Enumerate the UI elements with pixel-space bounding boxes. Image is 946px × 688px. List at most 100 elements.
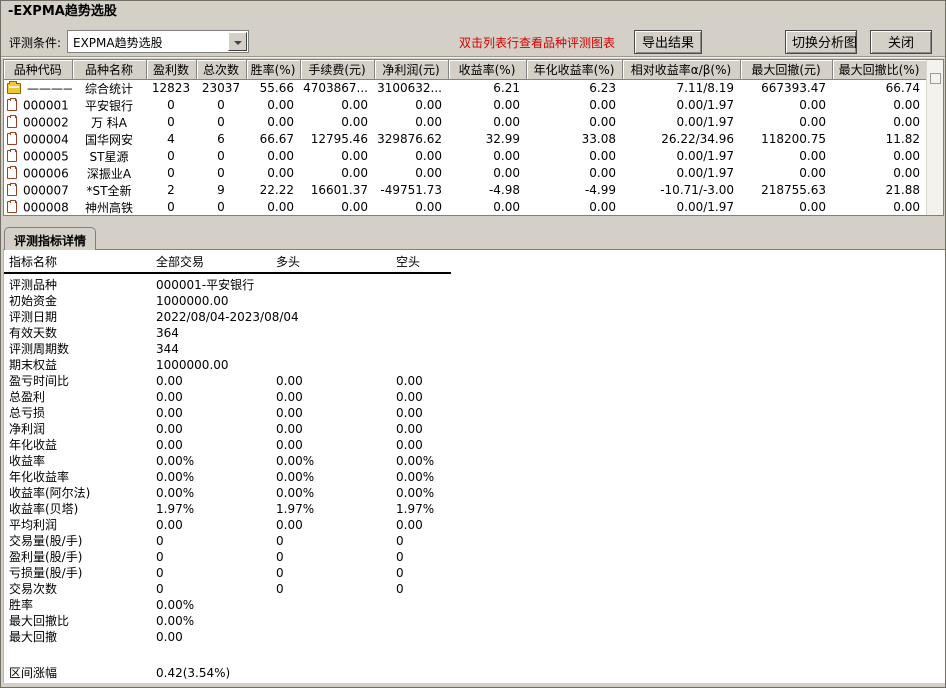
switch-analysis-chart-button[interactable]: 切换分析图 [785,30,857,54]
cell-value: 0.00 [589,200,616,214]
value-long: 0.00% [276,486,315,500]
value-all-trades: 0.00 [156,422,183,436]
value-all-trades: 0.00% [156,454,195,468]
value-short [396,665,536,681]
value-all-trades [156,645,276,665]
column-header[interactable]: 品种代码 [4,60,73,80]
column-header[interactable]: 收益率(%) [448,60,527,80]
table-row[interactable]: 000008 神州高铁 0 0 0.00 0.00 0.00 0.00 0.00 0.00/1.9… [4,199,926,216]
metric-label: 评测日期 [9,310,58,324]
cell-value: 0.00 [267,200,294,214]
value-long [276,613,396,629]
metric-label [9,645,156,665]
value-all-trades: 000001-平安银行 [156,278,255,292]
column-header[interactable]: 最大回撤比(%) [832,60,927,80]
chevron-down-icon[interactable] [228,32,247,51]
value-long: 0 [276,550,284,564]
value-all-trades: 0.00% [156,470,195,484]
cell-value: 22.22 [259,183,294,197]
stock-code-cell: 000006 [4,165,72,182]
cell-value: 26.22/34.96 [661,132,734,146]
export-results-button[interactable]: 导出结果 [634,30,702,54]
table-row[interactable]: ———— 综合统计 12823 23037 55.66 4703867... 3100632… [4,79,926,97]
detail-row: 净利润 0.00 0.00 0.00 [4,421,945,437]
value-all-trades: 0 [156,550,164,564]
metric-label: 盈亏时间比 [9,374,70,388]
detail-row: 初始资金 1000000.00 [4,293,945,309]
vertical-scrollbar[interactable] [926,60,943,215]
table-row[interactable]: 000005 ST星源 0 0 0.00 0.00 0.00 0.00 0.00 0.00/1.9… [4,148,926,165]
value-long [276,597,396,613]
value-long [276,357,396,373]
cell-value: 23037 [201,81,241,95]
condition-dropdown[interactable]: EXPMA趋势选股 [67,30,249,53]
cell-value: 329876.62 [377,132,442,146]
column-header[interactable]: 品种名称 [72,60,147,80]
cell-value: 0.00 [415,149,442,163]
value-all-trades: 0.00% [156,486,195,500]
detail-row: 年化收益 0.00 0.00 0.00 [4,437,945,453]
detail-row: 有效天数 364 [4,325,945,341]
cell-value: 12823 [151,81,191,95]
stock-name: *ST全新 [86,183,132,198]
column-header[interactable]: 净利润(元) [374,60,449,80]
hint-text: 双击列表行查看品种评测图表 [459,36,616,50]
metric-label: 有效天数 [9,326,58,340]
value-long: 0.00 [276,438,303,452]
stock-code: 000006 [23,166,69,181]
cell-value: 4703867... [303,81,368,95]
column-header[interactable]: 最大回撤(元) [740,60,833,80]
metric-label: 初始资金 [9,294,58,308]
value-short [396,277,536,293]
column-header[interactable]: 胜率(%) [246,60,301,80]
value-short [396,293,536,309]
value-short: 0 [396,582,404,596]
column-header[interactable]: 年化收益率(%) [526,60,623,80]
value-short [396,629,536,645]
cell-value: 32.99 [485,132,520,146]
table-row[interactable]: 000004 国华网安 4 6 66.67 12795.46 329876.62 32.99 3… [4,131,926,148]
value-all-trades: 364 [156,326,179,340]
cell-value: 0.00 [415,200,442,214]
cell-value: 0.00 [493,98,520,112]
value-short: 0.00% [396,470,435,484]
document-icon [7,132,17,146]
column-header[interactable]: 相对收益率α/β(%) [622,60,741,80]
value-all-trades: 0 [156,534,164,548]
metric-label: 净利润 [9,422,46,436]
column-header[interactable]: 手续费(元) [300,60,375,80]
table-row[interactable]: 000001 平安银行 0 0 0.00 0.00 0.00 0.00 0.00 0.00/1.9… [4,97,926,114]
value-long: 0.00 [276,518,303,532]
value-short: 1.97% [396,502,435,516]
value-long [276,665,396,681]
cell-value: -4.99 [584,183,616,197]
detail-row: 期末权益 1000000.00 [4,357,945,373]
column-header[interactable]: 总次数 [196,60,247,80]
cell-value: 0.00 [267,115,294,129]
table-row[interactable]: 000006 深振业A 0 0 0.00 0.00 0.00 0.00 0.00 0.00/1.9… [4,165,926,182]
cell-value: 0.00 [341,149,368,163]
document-icon [7,98,17,112]
value-short: 0.00 [396,438,423,452]
table-row[interactable]: 000002 万 科A 0 0 0.00 0.00 0.00 0.00 0.00 0.00/1.9… [4,114,926,131]
document-icon [7,200,17,214]
stock-code-cell: ———— [4,79,72,97]
table-row[interactable]: 000007 *ST全新 2 9 22.22 16601.37 -49751.73 -4.98… [4,182,926,199]
detail-row: 最大回撤 0.00 [4,629,945,645]
metric-label: 交易次数 [9,582,58,596]
cell-value: -10.71/-3.00 [660,183,734,197]
detail-row: 亏损量(股/手) 0 0 0 [4,565,945,581]
metric-label: 收益率(阿尔法) [9,486,91,500]
value-long: 0.00 [276,374,303,388]
scrollbar-thumb[interactable] [929,73,941,84]
cell-value: -49751.73 [380,183,442,197]
column-header[interactable]: 盈利数 [146,60,197,80]
cell-value: 0.00 [589,166,616,180]
close-button[interactable]: 关闭 [870,30,932,54]
value-short: 0.00 [396,374,423,388]
cell-value: 0.00 [493,149,520,163]
tab-indicator-details[interactable]: 评测指标详情 [4,227,97,250]
cell-value: 0 [167,149,175,163]
cell-value: 2 [167,183,175,197]
cell-value: 3100632... [377,81,442,95]
